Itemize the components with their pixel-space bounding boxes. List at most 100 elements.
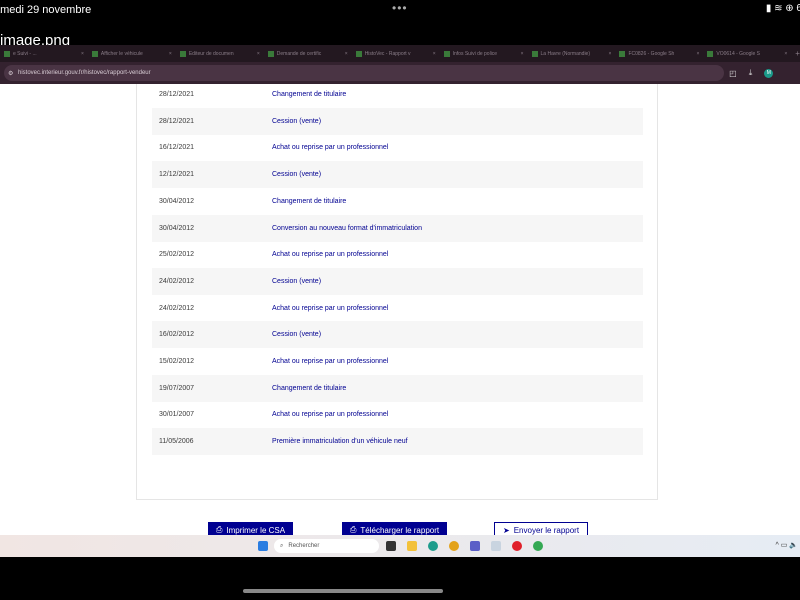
system-tray[interactable]: ^ ▭ 🔈 — [775, 541, 798, 549]
history-date: 12/12/2021 — [159, 171, 195, 179]
history-event: Achat ou reprise par un professionnel — [272, 411, 389, 419]
tab-label: Infos Suivi de police — [452, 50, 498, 57]
tab-favicon-icon — [4, 50, 10, 57]
tab-label: VO0614 - Google S — [716, 50, 761, 57]
address-bar-row: ⚙ histovec.interieur.gouv.fr/histovec/rap… — [0, 62, 800, 84]
browser-tab[interactable]: HistoVec - Rapport v × — [352, 50, 440, 57]
edge-icon[interactable] — [428, 541, 438, 551]
chrome-icon[interactable] — [449, 541, 459, 551]
tab-label: e Suivi - ... — [13, 50, 37, 57]
close-tab-icon[interactable]: × — [433, 51, 436, 57]
ios-status-bar: amedi 29 novembre ••• ▮ ≋ ⊕ 6 — [0, 0, 800, 20]
print-icon: ⎙ — [216, 525, 223, 534]
download-report-button[interactable]: ⎙ Télécharger le rapport — [342, 522, 448, 535]
browser-tab[interactable]: Éditeur de documen × — [176, 50, 264, 57]
status-date: amedi 29 novembre — [0, 4, 92, 16]
history-date: 30/04/2012 — [159, 197, 195, 205]
close-tab-icon[interactable]: × — [609, 51, 612, 57]
history-row: 16/12/2021 Achat ou reprise par un profes… — [152, 134, 643, 161]
url-field[interactable]: ⚙ histovec.interieur.gouv.fr/histovec/rap… — [4, 65, 724, 81]
download-icon: ⎙ — [350, 525, 357, 534]
send-report-button[interactable]: ➤ Envoyer le rapport — [494, 522, 589, 535]
close-tab-icon[interactable]: × — [345, 51, 348, 57]
history-date: 30/04/2012 — [159, 224, 195, 232]
browser-tab-strip: e Suivi - ... × Afficher le véhicule × Édite… — [0, 45, 800, 62]
tab-favicon-icon — [443, 50, 450, 57]
notepad-icon[interactable] — [491, 541, 501, 551]
teams-icon[interactable] — [470, 541, 480, 551]
history-row: 30/01/2007 Achat ou reprise par un profes… — [152, 401, 643, 428]
history-row: 24/02/2012 Achat ou reprise par un profes… — [152, 295, 643, 322]
history-row: 11/05/2006 Première immatriculation d'un … — [152, 428, 643, 456]
history-event: Cession (vente) — [272, 331, 322, 339]
history-date: 28/12/2021 — [159, 117, 195, 125]
history-date: 11/05/2006 — [159, 438, 194, 446]
extensions-icon[interactable]: ◰ — [729, 69, 737, 78]
tab-favicon-icon — [531, 50, 538, 57]
close-tab-icon[interactable]: × — [257, 51, 260, 57]
browser-tab[interactable]: e Suivi - ... × — [0, 50, 88, 57]
history-event: Première immatriculation d'un véhicule n… — [272, 438, 408, 446]
opera-icon[interactable] — [512, 541, 522, 551]
tab-favicon-icon — [619, 50, 626, 57]
browser-tab[interactable]: VO0614 - Google S × — [703, 50, 791, 57]
tab-label: La Havre (Normandie) — [540, 50, 590, 57]
history-date: 24/02/2012 — [159, 277, 195, 285]
history-date: 19/07/2007 — [159, 384, 195, 392]
history-row: 12/12/2021 Cession (vente) — [152, 161, 643, 189]
browser-tab[interactable]: FC0826 - Google Sh × — [615, 50, 703, 57]
print-csa-button[interactable]: ⎙ Imprimer le CSA — [208, 522, 294, 535]
tab-label: Demande de certific — [276, 50, 322, 57]
history-date: 30/01/2007 — [159, 411, 195, 419]
history-event: Changement de titulaire — [272, 91, 347, 98]
tab-label: Éditeur de documen — [188, 50, 234, 57]
history-date: 24/02/2012 — [159, 304, 195, 312]
new-tab-button[interactable]: + — [795, 49, 800, 58]
history-event: Achat ou reprise par un professionnel — [272, 304, 389, 312]
browser-tab[interactable]: Demande de certific × — [264, 50, 352, 57]
close-tab-icon[interactable]: × — [169, 51, 172, 57]
url-text: histovec.interieur.gouv.fr/histovec/rapp… — [18, 70, 151, 76]
tab-label: HistoVec - Rapport v — [364, 50, 411, 57]
browser-tab[interactable]: La Havre (Normandie) × — [528, 50, 616, 57]
tab-favicon-icon — [267, 50, 274, 57]
history-row: 24/02/2012 Cession (vente) — [152, 267, 643, 295]
history-card: 28/12/2021 Changement de titulaire 28/12/2… — [136, 84, 658, 500]
download-icon[interactable]: ⤓ — [749, 68, 753, 78]
history-event: Cession (vente) — [272, 171, 322, 179]
profile-avatar[interactable]: M — [764, 68, 774, 78]
windows-taskbar: ⌕ Rechercher ^ ▭ 🔈 — [0, 535, 800, 557]
file-explorer-icon[interactable] — [407, 541, 417, 551]
history-event: Achat ou reprise par un professionnel — [272, 144, 389, 152]
close-tab-icon[interactable]: × — [784, 51, 787, 57]
history-event: Achat ou reprise par un professionnel — [272, 358, 389, 365]
history-date: 16/02/2012 — [159, 331, 195, 339]
history-event: Changement de titulaire — [272, 384, 347, 392]
history-event: Conversion au nouveau format d'immatricu… — [272, 224, 422, 232]
close-tab-icon[interactable]: × — [521, 51, 524, 57]
history-row: 19/07/2007 Changement de titulaire — [152, 374, 643, 402]
send-icon: ➤ — [503, 525, 510, 535]
taskbar-search[interactable]: ⌕ Rechercher — [274, 539, 379, 553]
history-date: 16/12/2021 — [159, 144, 195, 152]
home-indicator[interactable] — [243, 589, 443, 593]
close-tab-icon[interactable]: × — [696, 51, 699, 57]
task-view-icon[interactable] — [386, 541, 396, 551]
browser-tab[interactable]: Infos Suivi de police × — [440, 50, 528, 57]
chrome-profile-icon[interactable] — [533, 541, 543, 551]
site-info-icon[interactable]: ⚙ — [8, 70, 13, 77]
history-row: 16/02/2012 Cession (vente) — [152, 321, 643, 349]
browser-tab[interactable]: Afficher le véhicule × — [88, 50, 176, 57]
multitask-dots[interactable]: ••• — [392, 1, 408, 15]
history-date: 25/02/2012 — [159, 251, 195, 259]
windows-start-icon[interactable] — [258, 541, 268, 551]
histovec-page: 28/12/2021 Changement de titulaire 28/12/2… — [0, 84, 800, 535]
history-event: Cession (vente) — [272, 277, 322, 285]
history-row: 28/12/2021 Changement de titulaire — [152, 84, 643, 108]
tab-label: FC0826 - Google Sh — [628, 50, 675, 57]
status-icons: ▮ ≋ ⊕ 6 — [765, 3, 800, 14]
history-date: 15/02/2012 — [159, 358, 195, 365]
close-tab-icon[interactable]: × — [81, 51, 84, 57]
search-icon: ⌕ — [280, 542, 284, 549]
history-row: 28/12/2021 Cession (vente) — [152, 107, 643, 135]
